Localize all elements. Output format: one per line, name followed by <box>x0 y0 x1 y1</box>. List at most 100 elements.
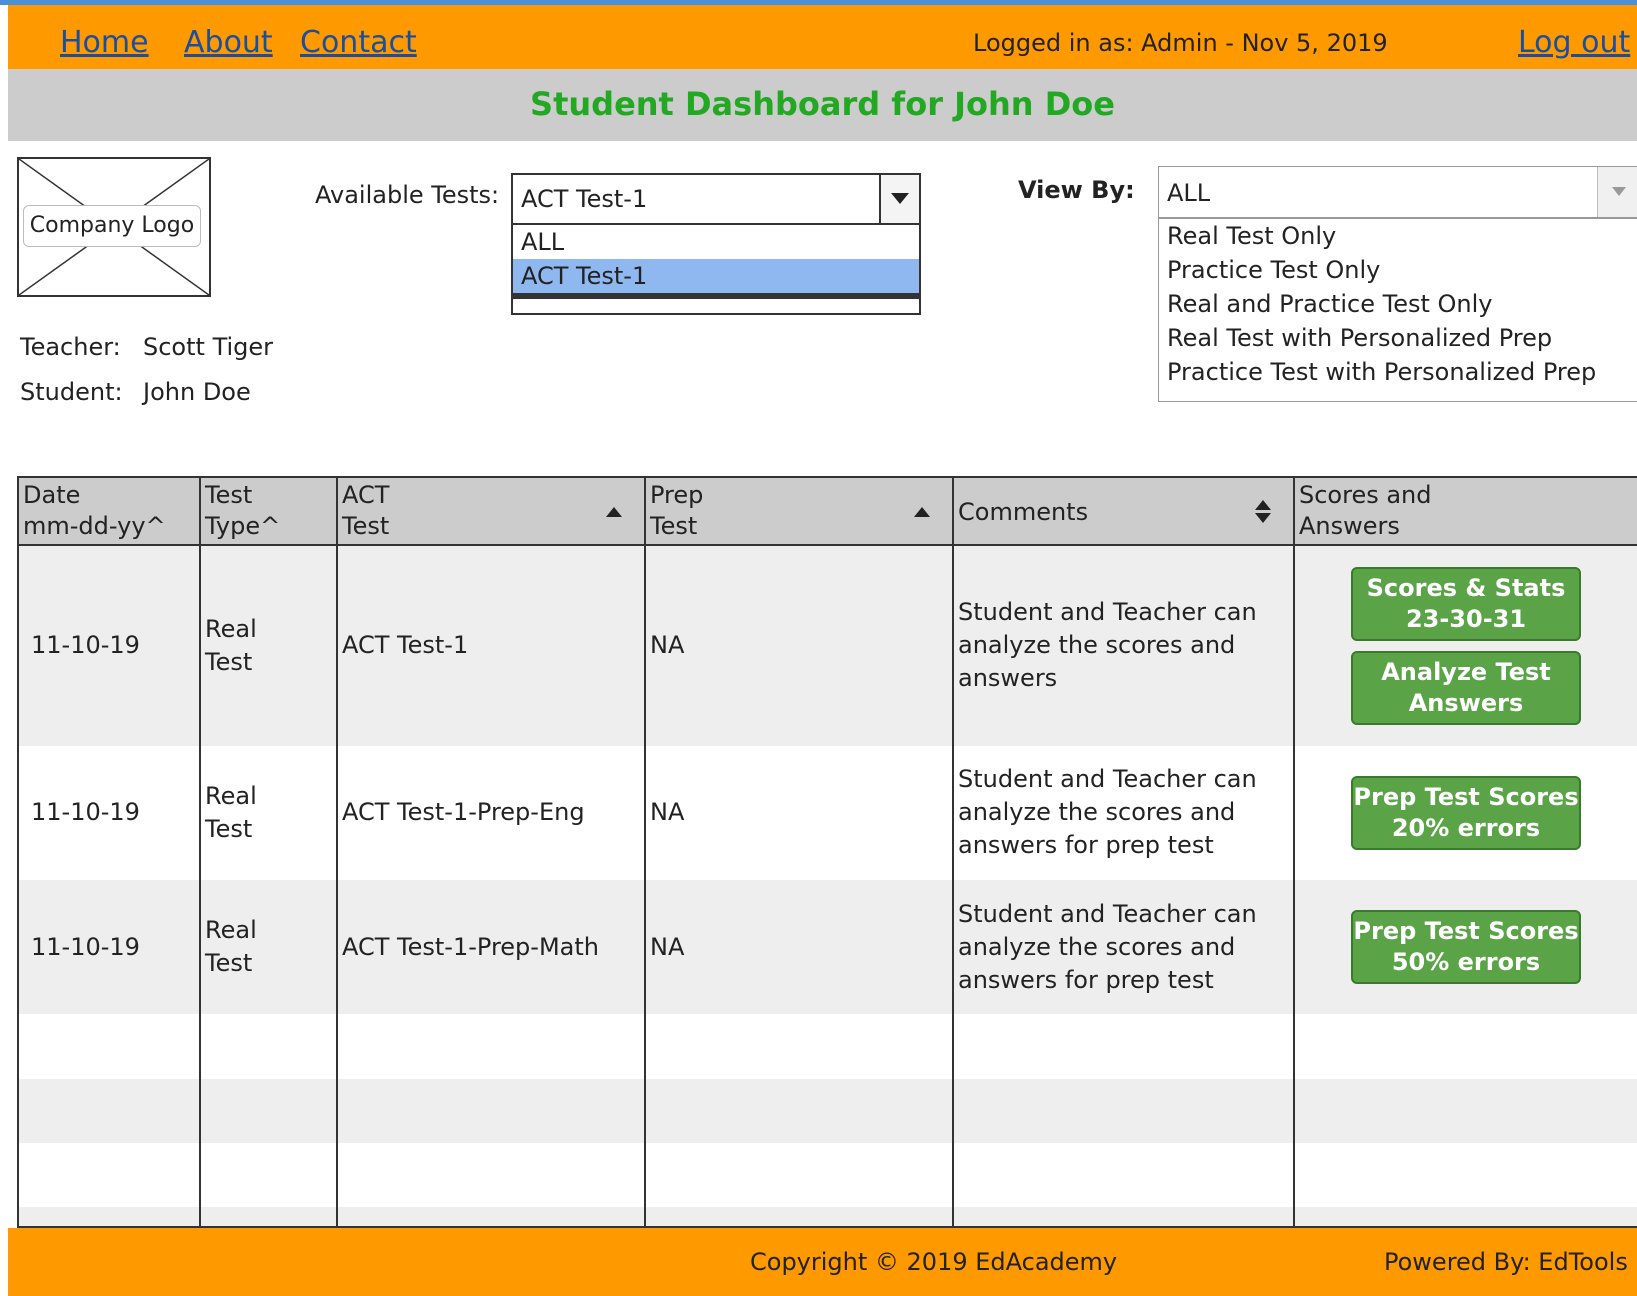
tests-table: Date mm-dd-yy^ Test Type^ ACT Test Prep … <box>17 475 1637 1228</box>
cell-text: Real <box>205 781 257 810</box>
table-row-empty <box>17 1142 1637 1207</box>
cell-test-type: Real Test <box>199 545 338 746</box>
cell-text: Student and Teacher can <box>958 765 1257 794</box>
column-header-act-test[interactable]: ACT Test <box>336 475 646 547</box>
nav-home-link[interactable]: Home <box>60 25 149 60</box>
header-text: Test <box>342 512 390 540</box>
cell-date: 11-10-19 <box>17 745 201 881</box>
header-text: Prep <box>650 481 704 509</box>
company-logo: Company Logo <box>17 157 211 297</box>
cell-text: answers <box>958 664 1058 693</box>
table-row: 11-10-19 Real Test ACT Test-1-Prep-Eng N… <box>17 745 1637 881</box>
available-tests-option-act-test-1[interactable]: ACT Test-1 <box>513 259 919 293</box>
available-tests-dropdown-button[interactable] <box>879 175 919 223</box>
list-scrollbar[interactable] <box>513 293 919 299</box>
cell-text: answers for prep test <box>958 965 1214 994</box>
title-bar: Student Dashboard for John Doe <box>8 69 1637 141</box>
student-name: John Doe <box>143 378 251 406</box>
chevron-down-icon <box>1612 187 1626 196</box>
cell-text: analyze the scores and <box>958 932 1236 961</box>
cell-act-test: ACT Test-1 <box>336 545 646 746</box>
cell-text: Real <box>205 916 257 945</box>
view-by-option[interactable]: Practice Test with Personalized Prep <box>1159 355 1637 389</box>
available-tests-options: ALL ACT Test-1 <box>511 223 921 315</box>
view-by-option[interactable]: Practice Test Only <box>1159 253 1637 287</box>
cell-prep-test: NA <box>644 545 954 746</box>
footer-bar: Copyright © 2019 EdAcademy Powered By: E… <box>8 1228 1637 1296</box>
view-by-value: ALL <box>1167 179 1211 207</box>
header-text: mm-dd-yy^ <box>23 512 166 540</box>
column-header-comments[interactable]: Comments <box>952 475 1295 547</box>
column-header-date[interactable]: Date mm-dd-yy^ <box>17 475 201 547</box>
view-by-option[interactable]: Real Test with Personalized Prep <box>1159 321 1637 355</box>
sort-ascending-icon[interactable] <box>914 507 930 517</box>
view-by-dropdown-button[interactable] <box>1597 167 1637 217</box>
cell-test-type: Real Test <box>199 880 338 1015</box>
available-tests-select[interactable]: ACT Test-1 <box>511 173 921 225</box>
button-text: Prep Test Scores <box>1353 782 1579 811</box>
cell-text: analyze the scores and <box>958 631 1236 660</box>
sort-toggle-icon[interactable] <box>1255 500 1271 524</box>
button-text: 50% errors <box>1391 948 1541 977</box>
table-row: 11-10-19 Real Test ACT Test-1-Prep-Math … <box>17 880 1637 1015</box>
chevron-down-icon <box>891 193 909 204</box>
view-by-option[interactable]: Real Test Only <box>1159 219 1637 253</box>
table-row-empty <box>17 1206 1637 1227</box>
cell-text: Student and Teacher can <box>958 899 1257 928</box>
cell-prep-test: NA <box>644 745 954 881</box>
view-by-label: View By: <box>1018 176 1135 204</box>
header-text: Comments <box>958 497 1089 526</box>
header-text: Type^ <box>205 512 281 540</box>
table-row-empty <box>17 1078 1637 1143</box>
view-by-option[interactable]: Real and Practice Test Only <box>1159 287 1637 321</box>
header-text: Scores and <box>1299 481 1432 509</box>
cell-test-type: Real Test <box>199 745 338 881</box>
cell-text: analyze the scores and <box>958 798 1236 827</box>
powered-by-text: Powered By: EdTools <box>1384 1248 1628 1276</box>
column-header-prep-test[interactable]: Prep Test <box>644 475 954 547</box>
cell-act-test: ACT Test-1-Prep-Math <box>336 880 646 1015</box>
cell-actions: Prep Test Scores 20% errors <box>1293 745 1637 881</box>
prep-test-scores-button[interactable]: Prep Test Scores 50% errors <box>1351 910 1581 985</box>
cell-date: 11-10-19 <box>17 545 201 746</box>
prep-test-scores-button[interactable]: Prep Test Scores 20% errors <box>1351 775 1581 850</box>
nav-about-link[interactable]: About <box>184 25 273 60</box>
cell-prep-test: NA <box>644 880 954 1015</box>
nav-contact-link[interactable]: Contact <box>300 25 417 60</box>
table-row-empty <box>17 1014 1637 1079</box>
page-title: Student Dashboard for John Doe <box>530 85 1115 123</box>
cell-comments: Student and Teacher can analyze the scor… <box>952 545 1295 746</box>
cell-actions: Prep Test Scores 50% errors <box>1293 880 1637 1015</box>
view-by-select[interactable]: ALL <box>1158 166 1637 218</box>
cell-text: Test <box>205 647 253 676</box>
column-header-scores: Scores and Answers <box>1293 475 1637 547</box>
cell-text: Real <box>205 614 257 643</box>
button-text: Scores & Stats <box>1366 573 1566 602</box>
button-text: Analyze Test <box>1381 657 1551 686</box>
cell-act-test: ACT Test-1-Prep-Eng <box>336 745 646 881</box>
logout-link[interactable]: Log out <box>1518 25 1630 60</box>
cell-text: answers for prep test <box>958 831 1214 860</box>
cell-comments: Student and Teacher can analyze the scor… <box>952 745 1295 881</box>
button-text: Answers <box>1408 688 1524 717</box>
logged-in-status: Logged in as: Admin - Nov 5, 2019 <box>973 29 1388 57</box>
cell-comments: Student and Teacher can analyze the scor… <box>952 880 1295 1015</box>
cell-text: Student and Teacher can <box>958 598 1257 627</box>
top-nav-bar: Home About Contact Logged in as: Admin -… <box>8 5 1637 69</box>
sort-ascending-icon[interactable] <box>606 507 622 517</box>
cell-actions: Scores & Stats 23-30-31 Analyze Test Ans… <box>1293 545 1637 746</box>
header-text: Date <box>23 481 81 509</box>
header-text: ACT <box>342 481 390 509</box>
button-text: Prep Test Scores <box>1353 917 1579 946</box>
header-text: Answers <box>1299 512 1400 540</box>
button-text: 20% errors <box>1391 813 1541 842</box>
scores-stats-button[interactable]: Scores & Stats 23-30-31 <box>1351 566 1581 641</box>
available-tests-label: Available Tests: <box>315 181 500 209</box>
teacher-name: Scott Tiger <box>143 333 274 361</box>
column-header-test-type[interactable]: Test Type^ <box>199 475 338 547</box>
header-text: Test <box>205 481 253 509</box>
header-text: Test <box>650 512 698 540</box>
table-header-row: Date mm-dd-yy^ Test Type^ ACT Test Prep … <box>17 475 1637 547</box>
available-tests-option-all[interactable]: ALL <box>513 225 919 259</box>
analyze-test-answers-button[interactable]: Analyze Test Answers <box>1351 650 1581 725</box>
